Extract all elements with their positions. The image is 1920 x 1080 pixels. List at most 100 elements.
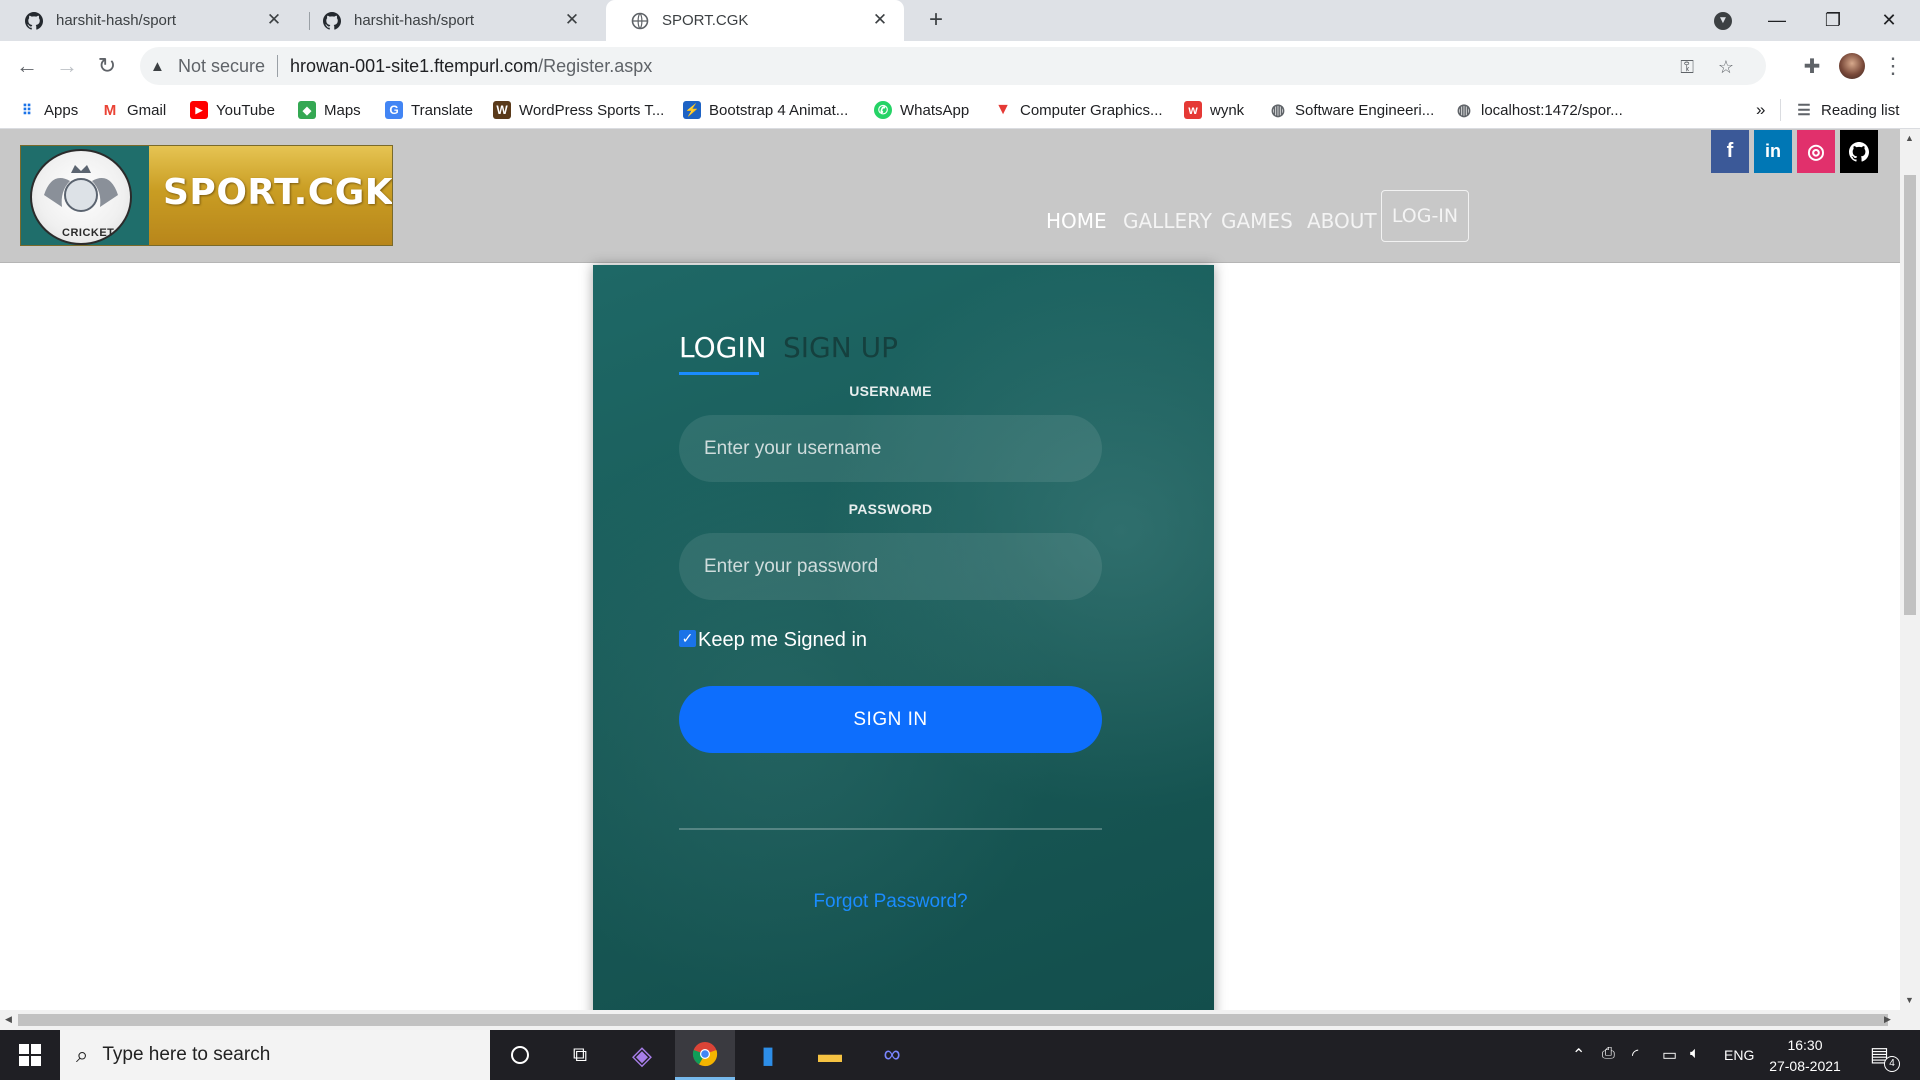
facebook-icon[interactable]: f <box>1711 130 1749 173</box>
forward-arrow-icon[interactable]: → <box>50 49 84 83</box>
meet-now-icon[interactable]: ⎙ <box>1602 1045 1615 1063</box>
browser-tab[interactable]: harshit-hash/sport ✕ <box>298 0 596 41</box>
tray-overflow-icon[interactable]: ⌃ <box>1572 1045 1585 1065</box>
extensions-puzzle-icon[interactable]: ✚ <box>1795 49 1829 83</box>
bookmarks-overflow-button[interactable]: » <box>1756 99 1765 121</box>
wordpress-icon: W <box>493 101 511 119</box>
site-favicon-icon <box>630 11 650 31</box>
close-window-icon[interactable]: ✕ <box>1866 0 1912 41</box>
bookmark-localhost[interactable]: ◍ localhost:1472/spor... <box>1455 99 1623 121</box>
taskbar-search-placeholder: Type here to search <box>102 1044 271 1065</box>
nav-about[interactable]: ABOUT <box>1307 209 1377 233</box>
windows-start-icon[interactable] <box>0 1030 60 1080</box>
scroll-up-icon[interactable]: ▲ <box>1905 133 1914 143</box>
nav-gallery[interactable]: GALLERY <box>1123 209 1212 233</box>
scroll-down-icon[interactable]: ▼ <box>1905 995 1914 1005</box>
task-view-icon[interactable]: ⧉ <box>550 1030 610 1080</box>
bookmark-software-engineering[interactable]: ◍ Software Engineeri... <box>1269 99 1434 121</box>
tab-title: harshit-hash/sport <box>56 12 177 29</box>
browser-toolbar: ← → ↻ ▲ Not secure hrowan-001-site1.ftem… <box>0 41 1920 91</box>
tab-signup[interactable]: SIGN UP <box>783 331 898 364</box>
url-path: /Register.aspx <box>538 55 653 76</box>
github-icon[interactable] <box>1840 130 1878 173</box>
username-input[interactable] <box>679 415 1102 482</box>
browser-tab-active[interactable]: SPORT.CGK ✕ <box>606 0 904 41</box>
reading-list-label: Reading list <box>1821 101 1900 119</box>
close-tab-icon[interactable]: ✕ <box>870 10 890 30</box>
bookmark-wordpress[interactable]: W WordPress Sports T... <box>493 99 664 121</box>
clock-time: 16:30 <box>1787 1037 1823 1053</box>
chrome-taskbar-icon[interactable] <box>675 1030 735 1080</box>
profile-avatar[interactable] <box>1839 53 1865 79</box>
bookmark-star-icon[interactable]: ☆ <box>1718 57 1734 78</box>
keep-signed-in-checkbox[interactable]: ✓ Keep me Signed in <box>679 629 867 652</box>
tab-login[interactable]: LOGIN <box>679 331 767 364</box>
address-bar[interactable]: ▲ Not secure hrowan-001-site1.ftempurl.c… <box>140 47 1766 85</box>
reload-icon[interactable]: ↻ <box>90 49 124 83</box>
language-indicator[interactable]: ENG <box>1724 1047 1754 1063</box>
page-viewport: CRICKET SPORT.CGK HOME GALLERY GAMES ABO… <box>0 129 1900 1010</box>
warning-triangle-icon: ▲ <box>150 57 165 75</box>
close-tab-icon[interactable]: ✕ <box>562 10 582 30</box>
bookmark-label: YouTube <box>216 101 275 119</box>
bookmark-gmail[interactable]: M Gmail <box>101 99 166 121</box>
horizontal-scrollbar[interactable]: ◀ ▶ <box>0 1010 1920 1030</box>
cricket-emblem-icon: CRICKET <box>30 149 132 245</box>
forgot-password-link[interactable]: Forgot Password? <box>679 891 1102 913</box>
nav-login-button[interactable]: LOG-IN <box>1381 190 1469 242</box>
app-infinity-icon[interactable]: ∞ <box>862 1030 922 1080</box>
url-domain: hrowan-001-site1.ftempurl.com <box>290 55 539 76</box>
bookmark-label: Maps <box>324 101 361 119</box>
graphics-icon: ▼ <box>995 101 1011 118</box>
nav-home[interactable]: HOME <box>1046 209 1107 233</box>
browser-tab[interactable]: harshit-hash/sport ✕ <box>0 0 298 41</box>
bookmark-apps[interactable]: ⠿ Apps <box>18 99 78 121</box>
wifi-icon[interactable]: ◜ <box>1632 1045 1638 1065</box>
checkmark-icon[interactable]: ✓ <box>679 630 696 647</box>
password-key-icon[interactable]: ⚿ <box>1680 57 1694 78</box>
nav-games[interactable]: GAMES <box>1221 209 1293 233</box>
new-tab-button[interactable]: + <box>922 6 950 34</box>
bookmark-translate[interactable]: G Translate <box>385 99 473 121</box>
horizontal-scroll-thumb[interactable] <box>18 1014 1888 1026</box>
tab-search-icon[interactable]: ▼ <box>1700 0 1746 41</box>
battery-icon[interactable]: ▭ <box>1662 1045 1677 1065</box>
visual-studio-icon[interactable]: ◈ <box>612 1030 672 1080</box>
reading-list-button[interactable]: ☰ Reading list <box>1795 99 1899 121</box>
instagram-icon[interactable]: ◎ <box>1797 130 1835 173</box>
form-divider <box>679 828 1102 830</box>
minimize-window-icon[interactable]: — <box>1754 0 1800 41</box>
scroll-left-icon[interactable]: ◀ <box>5 1014 12 1025</box>
taskbar-search-box[interactable]: ⌕ Type here to search <box>60 1030 490 1080</box>
bookmark-computer-graphics[interactable]: ▼ Computer Graphics... <box>994 99 1162 121</box>
taskbar-clock[interactable]: 16:30 27-08-2021 <box>1755 1035 1855 1077</box>
address-divider <box>277 55 279 77</box>
volume-icon[interactable]: 🔈︎ <box>1690 1045 1700 1063</box>
scroll-right-icon[interactable]: ▶ <box>1884 1014 1891 1025</box>
chrome-menu-icon[interactable]: ⋮ <box>1876 49 1910 83</box>
cortana-icon[interactable] <box>490 1030 550 1080</box>
globe-icon: ◍ <box>1457 102 1471 119</box>
bookmark-label: Translate <box>411 101 473 119</box>
site-logo[interactable]: CRICKET SPORT.CGK <box>20 145 393 246</box>
vertical-scroll-thumb[interactable] <box>1904 175 1916 615</box>
close-tab-icon[interactable]: ✕ <box>264 10 284 30</box>
notes-app-icon[interactable]: ▮ <box>738 1030 798 1080</box>
restore-window-icon[interactable]: ❐ <box>1810 0 1856 41</box>
bookmark-youtube[interactable]: ▶ YouTube <box>190 99 275 121</box>
bookmark-whatsapp[interactable]: ✆ WhatsApp <box>874 99 969 121</box>
search-icon: ⌕ <box>76 1042 89 1067</box>
github-icon <box>24 11 44 31</box>
bookmark-bootstrap[interactable]: ⚡ Bootstrap 4 Animat... <box>683 99 848 121</box>
file-explorer-icon[interactable]: ▬ <box>800 1030 860 1080</box>
linkedin-icon[interactable]: in <box>1754 130 1792 173</box>
gmail-icon: M <box>103 101 117 119</box>
bookmark-maps[interactable]: ◆ Maps <box>298 99 361 121</box>
password-input[interactable] <box>679 533 1102 600</box>
back-arrow-icon[interactable]: ← <box>10 49 44 83</box>
bookmark-label: localhost:1472/spor... <box>1481 101 1623 119</box>
vertical-scrollbar[interactable]: ▲ ▼ <box>1900 129 1920 1010</box>
bookmark-wynk[interactable]: w wynk <box>1184 99 1244 121</box>
wynk-icon: w <box>1184 101 1202 119</box>
sign-in-button[interactable]: SIGN IN <box>679 686 1102 753</box>
